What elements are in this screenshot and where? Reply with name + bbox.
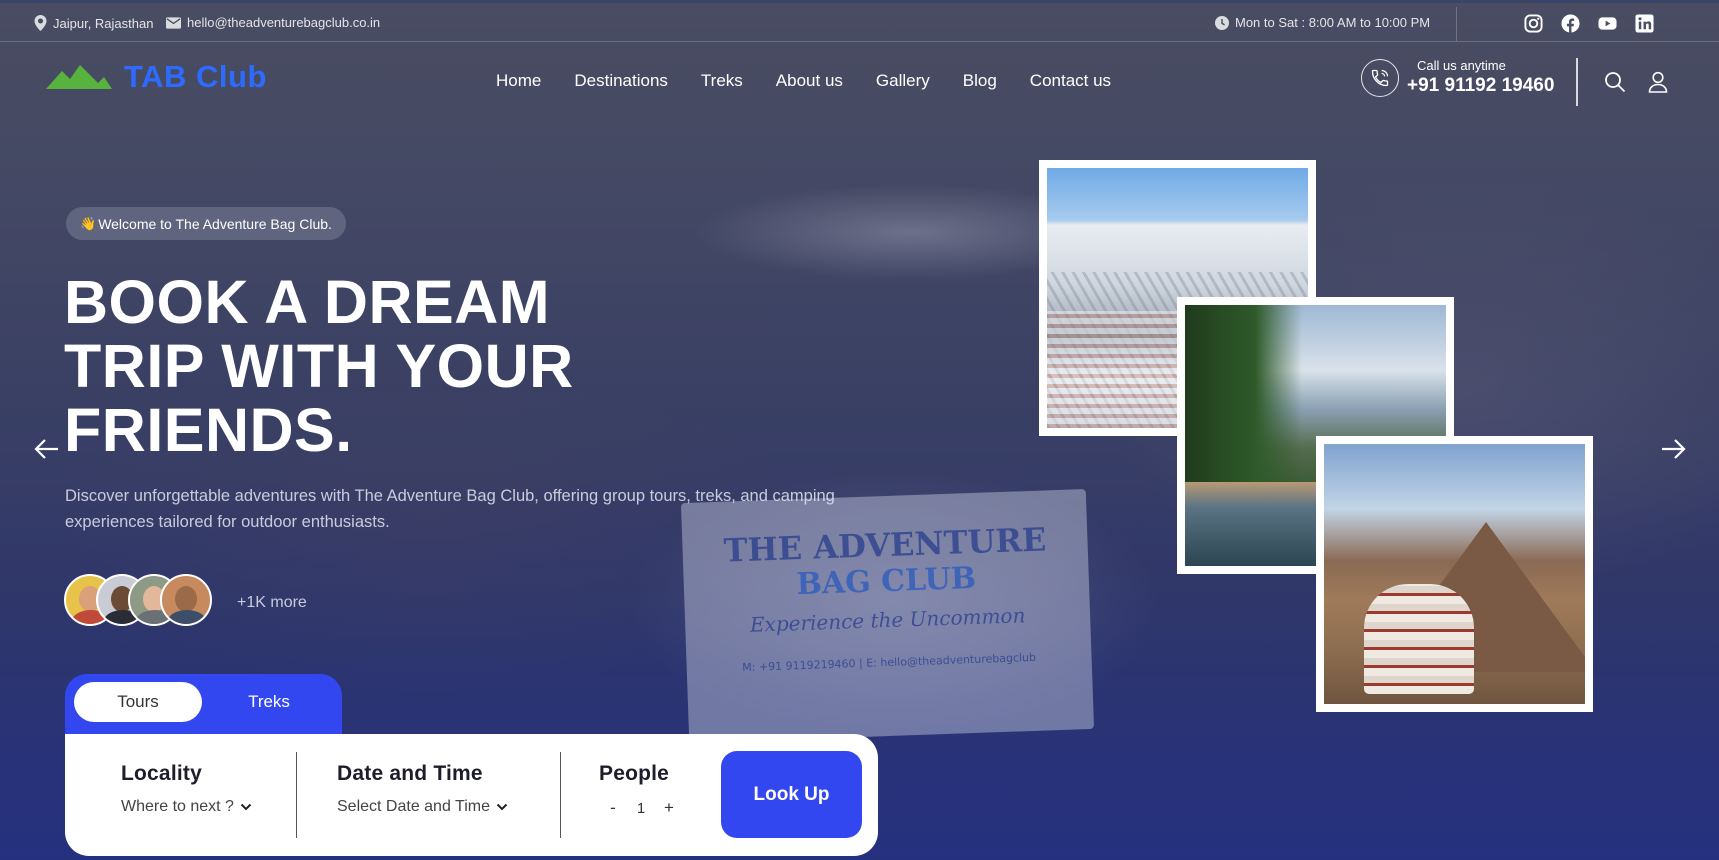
logo-text: TAB Club [124, 59, 267, 94]
date-time-field: Date and Time Select Date and Time [337, 762, 508, 816]
hours-text: Mon to Sat : 8:00 AM to 10:00 PM [1235, 15, 1431, 30]
main-header: TAB Club Home Destinations Treks About u… [0, 42, 1719, 122]
people-field: People - 1 + [599, 762, 683, 818]
date-time-value: Select Date and Time [337, 798, 490, 815]
field-divider [296, 752, 297, 838]
location-text: Jaipur, Rajasthan [53, 15, 154, 31]
instagram-icon[interactable] [1524, 14, 1543, 33]
look-up-button[interactable]: Look Up [721, 751, 862, 838]
chevron-down-icon [496, 803, 508, 811]
header-divider [1576, 58, 1578, 106]
tab-treks[interactable]: Treks [205, 682, 333, 722]
welcome-badge: 👋 Welcome to The Adventure Bag Club. [66, 207, 346, 240]
call-block[interactable]: Call us anytime +91 91192 19460 [1361, 58, 1554, 97]
nav-gallery[interactable]: Gallery [876, 71, 930, 91]
people-stepper: - 1 + [599, 798, 683, 818]
youtube-icon[interactable] [1598, 14, 1617, 33]
email-link[interactable]: hello@theadventurebagclub.co.in [187, 15, 380, 30]
locality-label: Locality [121, 762, 202, 785]
booking-tabs: Tours Treks [65, 674, 342, 734]
user-icon[interactable] [1647, 71, 1669, 93]
photo-mountain-monastery [1316, 436, 1593, 712]
locality-value: Where to next ? [121, 798, 234, 815]
nav-treks[interactable]: Treks [701, 71, 743, 91]
call-number[interactable]: +91 91192 19460 [1407, 75, 1554, 97]
hero-title: BOOK A DREAM TRIP WITH YOUR FRIENDS. [64, 268, 574, 464]
chevron-down-icon [240, 803, 252, 811]
nav-about-us[interactable]: About us [776, 71, 843, 91]
people-label: People [599, 762, 670, 785]
call-label: Call us anytime [1417, 58, 1506, 73]
welcome-text: Welcome to The Adventure Bag Club. [98, 215, 332, 232]
people-count[interactable]: 1 [627, 800, 655, 817]
tab-tours[interactable]: Tours [74, 682, 202, 722]
people-decrement-button[interactable]: - [599, 798, 627, 818]
phone-icon [1361, 58, 1399, 97]
arrow-right-icon[interactable] [1660, 436, 1686, 462]
more-members-text: +1K more [237, 594, 307, 611]
mail-icon [166, 16, 181, 29]
hours-info: Mon to Sat : 8:00 AM to 10:00 PM [1215, 15, 1430, 30]
nav-blog[interactable]: Blog [963, 71, 997, 91]
date-time-select[interactable]: Select Date and Time [337, 798, 508, 816]
nav-destinations[interactable]: Destinations [574, 71, 668, 91]
location-pin-icon [34, 15, 47, 31]
clock-icon [1215, 15, 1229, 30]
locality-select[interactable]: Where to next ? [121, 798, 252, 816]
facebook-icon[interactable] [1561, 14, 1580, 33]
main-nav: Home Destinations Treks About us Gallery… [496, 71, 1144, 91]
social-links [1524, 14, 1654, 33]
location-info: Jaipur, Rajasthan [34, 15, 153, 31]
people-increment-button[interactable]: + [655, 798, 683, 818]
member-avatars [64, 574, 212, 626]
banner-line-4: M: +91 9119219460 | E: hello@theadventur… [742, 650, 1037, 675]
nav-home[interactable]: Home [496, 71, 541, 91]
search-icon[interactable] [1604, 71, 1626, 93]
nav-contact-us[interactable]: Contact us [1030, 71, 1111, 91]
mountain-logo-icon [46, 65, 112, 89]
banner-line-3: Experience the Uncommon [749, 603, 1026, 637]
field-divider [560, 752, 561, 838]
date-time-label: Date and Time [337, 762, 483, 785]
locality-field: Locality Where to next ? [121, 762, 252, 816]
email-info[interactable]: hello@theadventurebagclub.co.in [166, 15, 380, 30]
waving-hand-icon: 👋 [80, 215, 97, 231]
avatar [160, 574, 212, 626]
topbar-divider [1456, 7, 1457, 41]
linkedin-icon[interactable] [1635, 14, 1654, 33]
arrow-left-icon[interactable] [34, 436, 60, 462]
booking-search-box: Locality Where to next ? Date and Time S… [65, 734, 878, 856]
site-logo[interactable]: TAB Club [46, 59, 267, 95]
call-text: Call us anytime +91 91192 19460 [1407, 58, 1554, 97]
hero-description: Discover unforgettable adventures with T… [65, 487, 835, 531]
top-info-bar: Jaipur, Rajasthan hello@theadventurebagc… [0, 0, 1719, 42]
